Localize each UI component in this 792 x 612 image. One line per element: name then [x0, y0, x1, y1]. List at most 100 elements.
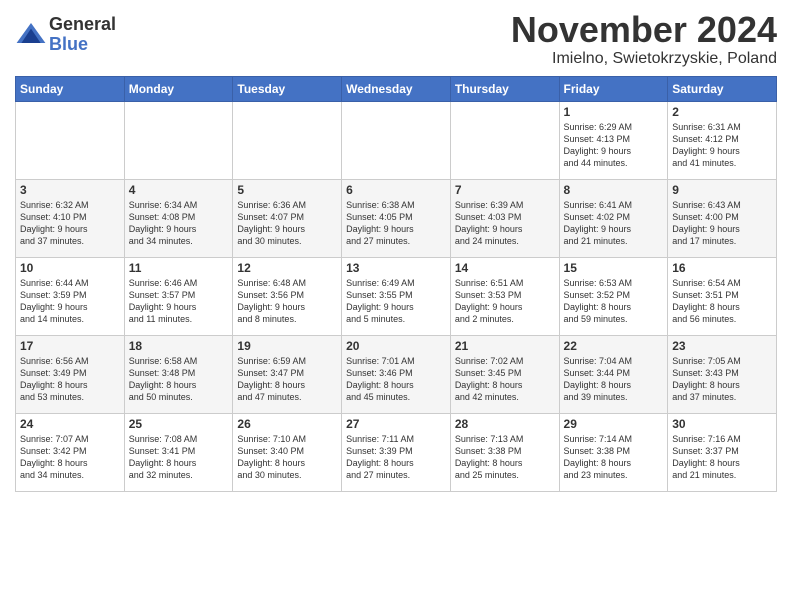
cell-w2-d1: 3 Sunrise: 6:32 AM Sunset: 4:10 PM Daylig… [16, 179, 125, 257]
day-info: Sunrise: 6:48 AM Sunset: 3:56 PM Dayligh… [237, 277, 337, 326]
cell-w5-d3: 26Sunrise: 7:10 AM Sunset: 3:40 PM Dayli… [233, 413, 342, 491]
cell-w4-d7: 23 Sunrise: 7:05 AM Sunset: 3:43 PM Dayli… [668, 335, 777, 413]
day-info: Sunrise: 6:46 AM Sunset: 3:57 PM Dayligh… [129, 277, 229, 326]
day-number: 1 [564, 105, 664, 119]
day-number: 4 [129, 183, 229, 197]
day-info: Sunrise: 6:34 AM Sunset: 4:08 PM Dayligh… [129, 199, 229, 248]
day-info: Sunrise: 7:02 AM Sunset: 3:45 PM Dayligh… [455, 355, 555, 404]
day-info: Sunrise: 6:58 AM Sunset: 3:48 PM Dayligh… [129, 355, 229, 404]
day-info: Sunrise: 6:56 AM Sunset: 3:49 PM Dayligh… [20, 355, 120, 404]
cell-w4-d3: 19 Sunrise: 6:59 AM Sunset: 3:47 PM Dayli… [233, 335, 342, 413]
cell-w5-d7: 30 Sunrise: 7:16 AM Sunset: 3:37 PM Dayli… [668, 413, 777, 491]
logo-icon [15, 19, 47, 51]
header-friday: Friday [559, 76, 668, 101]
day-info: Sunrise: 6:29 AM Sunset: 4:13 PM Dayligh… [564, 121, 664, 170]
cell-w2-d5: 7Sunrise: 6:39 AM Sunset: 4:03 PM Daylig… [450, 179, 559, 257]
cell-w3-d5: 14 Sunrise: 6:51 AM Sunset: 3:53 PM Dayli… [450, 257, 559, 335]
header-tuesday: Tuesday [233, 76, 342, 101]
cell-w5-d6: 29 Sunrise: 7:14 AM Sunset: 3:38 PM Dayli… [559, 413, 668, 491]
cell-w2-d6: 8 Sunrise: 6:41 AM Sunset: 4:02 PM Daylig… [559, 179, 668, 257]
day-number: 5 [237, 183, 337, 197]
day-number: 12 [237, 261, 337, 275]
day-info: Sunrise: 7:10 AM Sunset: 3:40 PM Dayligh… [237, 433, 337, 482]
cell-w4-d6: 22Sunrise: 7:04 AM Sunset: 3:44 PM Dayli… [559, 335, 668, 413]
day-info: Sunrise: 7:14 AM Sunset: 3:38 PM Dayligh… [564, 433, 664, 482]
day-info: Sunrise: 6:54 AM Sunset: 3:51 PM Dayligh… [672, 277, 772, 326]
title-section: November 2024 Imielno, Swietokrzyskie, P… [511, 10, 777, 68]
logo-general: General [49, 15, 116, 35]
header-thursday: Thursday [450, 76, 559, 101]
cell-w1-d1 [16, 101, 125, 179]
day-number: 9 [672, 183, 772, 197]
cell-w3-d6: 15Sunrise: 6:53 AM Sunset: 3:52 PM Dayli… [559, 257, 668, 335]
day-info: Sunrise: 7:08 AM Sunset: 3:41 PM Dayligh… [129, 433, 229, 482]
day-info: Sunrise: 7:05 AM Sunset: 3:43 PM Dayligh… [672, 355, 772, 404]
day-info: Sunrise: 6:32 AM Sunset: 4:10 PM Dayligh… [20, 199, 120, 248]
day-number: 18 [129, 339, 229, 353]
day-number: 28 [455, 417, 555, 431]
day-info: Sunrise: 6:31 AM Sunset: 4:12 PM Dayligh… [672, 121, 772, 170]
day-info: Sunrise: 6:49 AM Sunset: 3:55 PM Dayligh… [346, 277, 446, 326]
day-info: Sunrise: 6:36 AM Sunset: 4:07 PM Dayligh… [237, 199, 337, 248]
day-number: 14 [455, 261, 555, 275]
logo-blue: Blue [49, 35, 116, 55]
day-number: 2 [672, 105, 772, 119]
day-number: 22 [564, 339, 664, 353]
day-number: 15 [564, 261, 664, 275]
cell-w1-d6: 1 Sunrise: 6:29 AM Sunset: 4:13 PM Daylig… [559, 101, 668, 179]
cell-w3-d4: 13Sunrise: 6:49 AM Sunset: 3:55 PM Dayli… [342, 257, 451, 335]
day-info: Sunrise: 6:59 AM Sunset: 3:47 PM Dayligh… [237, 355, 337, 404]
cell-w2-d2: 4 Sunrise: 6:34 AM Sunset: 4:08 PM Daylig… [124, 179, 233, 257]
cell-w5-d5: 28Sunrise: 7:13 AM Sunset: 3:38 PM Dayli… [450, 413, 559, 491]
day-info: Sunrise: 6:43 AM Sunset: 4:00 PM Dayligh… [672, 199, 772, 248]
logo-text: General Blue [49, 15, 116, 55]
day-info: Sunrise: 6:44 AM Sunset: 3:59 PM Dayligh… [20, 277, 120, 326]
week-row-4: 17 Sunrise: 6:56 AM Sunset: 3:49 PM Dayli… [16, 335, 777, 413]
day-info: Sunrise: 7:11 AM Sunset: 3:39 PM Dayligh… [346, 433, 446, 482]
header-row: Sunday Monday Tuesday Wednesday Thursday… [16, 76, 777, 101]
day-number: 6 [346, 183, 446, 197]
calendar-table: Sunday Monday Tuesday Wednesday Thursday… [15, 76, 777, 492]
day-number: 29 [564, 417, 664, 431]
header-saturday: Saturday [668, 76, 777, 101]
header-wednesday: Wednesday [342, 76, 451, 101]
calendar-header: Sunday Monday Tuesday Wednesday Thursday… [16, 76, 777, 101]
day-number: 21 [455, 339, 555, 353]
cell-w5-d4: 27Sunrise: 7:11 AM Sunset: 3:39 PM Dayli… [342, 413, 451, 491]
day-info: Sunrise: 6:39 AM Sunset: 4:03 PM Dayligh… [455, 199, 555, 248]
cell-w5-d2: 25Sunrise: 7:08 AM Sunset: 3:41 PM Dayli… [124, 413, 233, 491]
week-row-1: 1 Sunrise: 6:29 AM Sunset: 4:13 PM Daylig… [16, 101, 777, 179]
day-number: 19 [237, 339, 337, 353]
cell-w3-d1: 10 Sunrise: 6:44 AM Sunset: 3:59 PM Dayli… [16, 257, 125, 335]
cell-w4-d4: 20Sunrise: 7:01 AM Sunset: 3:46 PM Dayli… [342, 335, 451, 413]
cell-w3-d2: 11Sunrise: 6:46 AM Sunset: 3:57 PM Dayli… [124, 257, 233, 335]
day-info: Sunrise: 6:51 AM Sunset: 3:53 PM Dayligh… [455, 277, 555, 326]
cell-w2-d3: 5 Sunrise: 6:36 AM Sunset: 4:07 PM Daylig… [233, 179, 342, 257]
cell-w2-d4: 6 Sunrise: 6:38 AM Sunset: 4:05 PM Daylig… [342, 179, 451, 257]
day-info: Sunrise: 6:38 AM Sunset: 4:05 PM Dayligh… [346, 199, 446, 248]
cell-w3-d3: 12 Sunrise: 6:48 AM Sunset: 3:56 PM Dayli… [233, 257, 342, 335]
day-number: 23 [672, 339, 772, 353]
cell-w1-d5 [450, 101, 559, 179]
day-number: 8 [564, 183, 664, 197]
week-row-2: 3 Sunrise: 6:32 AM Sunset: 4:10 PM Daylig… [16, 179, 777, 257]
cell-w1-d7: 2 Sunrise: 6:31 AM Sunset: 4:12 PM Daylig… [668, 101, 777, 179]
month-title: November 2024 [511, 10, 777, 50]
day-info: Sunrise: 6:41 AM Sunset: 4:02 PM Dayligh… [564, 199, 664, 248]
cell-w1-d2 [124, 101, 233, 179]
cell-w5-d1: 24Sunrise: 7:07 AM Sunset: 3:42 PM Dayli… [16, 413, 125, 491]
location: Imielno, Swietokrzyskie, Poland [511, 50, 777, 68]
day-number: 10 [20, 261, 120, 275]
header-sunday: Sunday [16, 76, 125, 101]
day-number: 3 [20, 183, 120, 197]
calendar-body: 1 Sunrise: 6:29 AM Sunset: 4:13 PM Daylig… [16, 101, 777, 491]
day-number: 30 [672, 417, 772, 431]
header-monday: Monday [124, 76, 233, 101]
week-row-5: 24Sunrise: 7:07 AM Sunset: 3:42 PM Dayli… [16, 413, 777, 491]
cell-w4-d1: 17 Sunrise: 6:56 AM Sunset: 3:49 PM Dayli… [16, 335, 125, 413]
day-info: Sunrise: 7:07 AM Sunset: 3:42 PM Dayligh… [20, 433, 120, 482]
day-info: Sunrise: 7:16 AM Sunset: 3:37 PM Dayligh… [672, 433, 772, 482]
cell-w1-d4 [342, 101, 451, 179]
cell-w2-d7: 9 Sunrise: 6:43 AM Sunset: 4:00 PM Daylig… [668, 179, 777, 257]
day-number: 17 [20, 339, 120, 353]
